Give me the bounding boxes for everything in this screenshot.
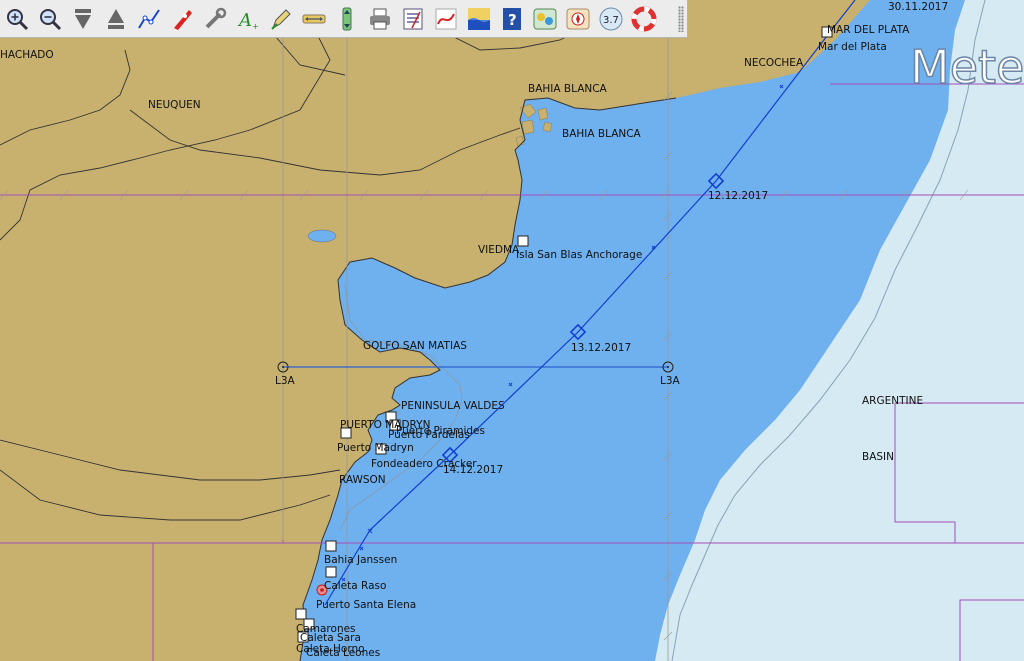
- port-icon: [295, 608, 307, 620]
- route-manager-icon: [403, 8, 423, 29]
- lifebuoy-icon: [631, 6, 657, 31]
- settings-button[interactable]: [201, 5, 229, 33]
- label-bahia-blanca-sea: BAHIA BLANCA: [562, 128, 642, 140]
- label-golfo-san-matias: GOLFO SAN MATIAS: [363, 340, 467, 352]
- boat-follow-icon: [174, 9, 192, 30]
- port-icon: [325, 540, 337, 552]
- help-button[interactable]: ?: [498, 5, 526, 33]
- svg-text:+: +: [252, 22, 259, 31]
- label-isla-san-blas: Isla San Blas Anchorage: [516, 249, 642, 261]
- zoom-in-button[interactable]: [3, 5, 31, 33]
- nautical-chart[interactable]: HACHADO NEUQUEN BAHIA BLANCA BAHIA BLANC…: [0, 0, 1024, 661]
- label-bahia-blanca: BAHIA BLANCA: [528, 83, 608, 95]
- label-mar-del-plata-upper: MAR DEL PLATA: [827, 24, 910, 36]
- route-icon: [138, 8, 160, 29]
- route-button[interactable]: [135, 5, 163, 33]
- scale-down-button[interactable]: [69, 5, 97, 33]
- label-chachado: HACHADO: [0, 49, 54, 61]
- tide-button[interactable]: [465, 5, 493, 33]
- port-icon: [325, 566, 337, 578]
- label-viedma: VIEDMA: [478, 244, 520, 256]
- pen-icon: [271, 8, 291, 30]
- zoom-out-button[interactable]: [36, 5, 64, 33]
- label-mar-del-plata: Mar del Plata: [818, 41, 887, 53]
- version-badge-icon: 3.7: [599, 7, 623, 30]
- label-neuquen: NEUQUEN: [148, 99, 201, 111]
- compass-icon: [566, 8, 590, 29]
- ruler-icon: [302, 14, 326, 23]
- label-waypoint-date: 14.12.2017: [443, 464, 503, 476]
- zoom-out-icon: [40, 8, 62, 30]
- toolbar-grip[interactable]: [678, 5, 684, 32]
- scale-up-button[interactable]: [102, 5, 130, 33]
- svg-text:3.7: 3.7: [603, 15, 619, 26]
- scale-down-icon: [75, 8, 91, 29]
- text-tool-button[interactable]: A +: [234, 5, 262, 33]
- label-l3a-left: L3A: [275, 375, 296, 387]
- aislayer-icon: [533, 8, 557, 29]
- track-icon: [435, 8, 457, 29]
- anchorage-icon: [517, 235, 529, 247]
- main-toolbar: A + ? 3.7: [0, 0, 688, 38]
- track-button[interactable]: [432, 5, 460, 33]
- label-route-start-date: 30.11.2017: [888, 1, 948, 13]
- label-caleta-leones: Caleta Leones: [306, 647, 380, 659]
- print-button[interactable]: [366, 5, 394, 33]
- svg-text:?: ?: [508, 11, 517, 29]
- label-waypoint-date: 12.12.2017: [708, 190, 768, 202]
- route-manager-button[interactable]: [399, 5, 427, 33]
- ruler-button[interactable]: [300, 5, 328, 33]
- ais-layer-button[interactable]: [531, 5, 559, 33]
- pen-tool-button[interactable]: [267, 5, 295, 33]
- label-rawson: RAWSON: [339, 474, 386, 486]
- help-icon: ?: [503, 7, 521, 30]
- compass-button[interactable]: [564, 5, 592, 33]
- label-basin: BASIN: [862, 451, 894, 463]
- label-puerto-santa-elena: Puerto Santa Elena: [316, 599, 416, 611]
- label-waypoint-date: 13.12.2017: [571, 342, 631, 354]
- label-meteo-overlay: Mete: [910, 40, 1024, 94]
- version-button[interactable]: 3.7: [597, 5, 625, 33]
- zoom-in-icon: [7, 8, 29, 30]
- vertical-measure-button[interactable]: [333, 5, 361, 33]
- svg-text:A: A: [237, 10, 252, 31]
- label-puerto-pardelas: Puerto Pardelas: [388, 429, 470, 441]
- text-icon: A +: [237, 10, 259, 31]
- label-peninsula-valdes: PENINSULA VALDES: [401, 400, 505, 412]
- settings-wrench-icon: [205, 7, 227, 28]
- mob-button[interactable]: [630, 5, 658, 33]
- label-puerto-madryn: Puerto Madryn: [337, 442, 414, 454]
- vertical-arrows-icon: [342, 7, 352, 30]
- tide-icon: [468, 7, 490, 30]
- print-icon: [370, 8, 390, 29]
- label-necochea: NECOCHEA: [744, 57, 804, 69]
- boat-follow-button[interactable]: [168, 5, 196, 33]
- scale-up-icon: [108, 8, 124, 29]
- label-caleta-raso: Caleta Raso: [324, 580, 386, 592]
- lake: [307, 229, 337, 243]
- label-argentine: ARGENTINE: [862, 395, 923, 407]
- label-l3a-right: L3A: [660, 375, 681, 387]
- label-bahia-janssen: Bahia Janssen: [324, 554, 397, 566]
